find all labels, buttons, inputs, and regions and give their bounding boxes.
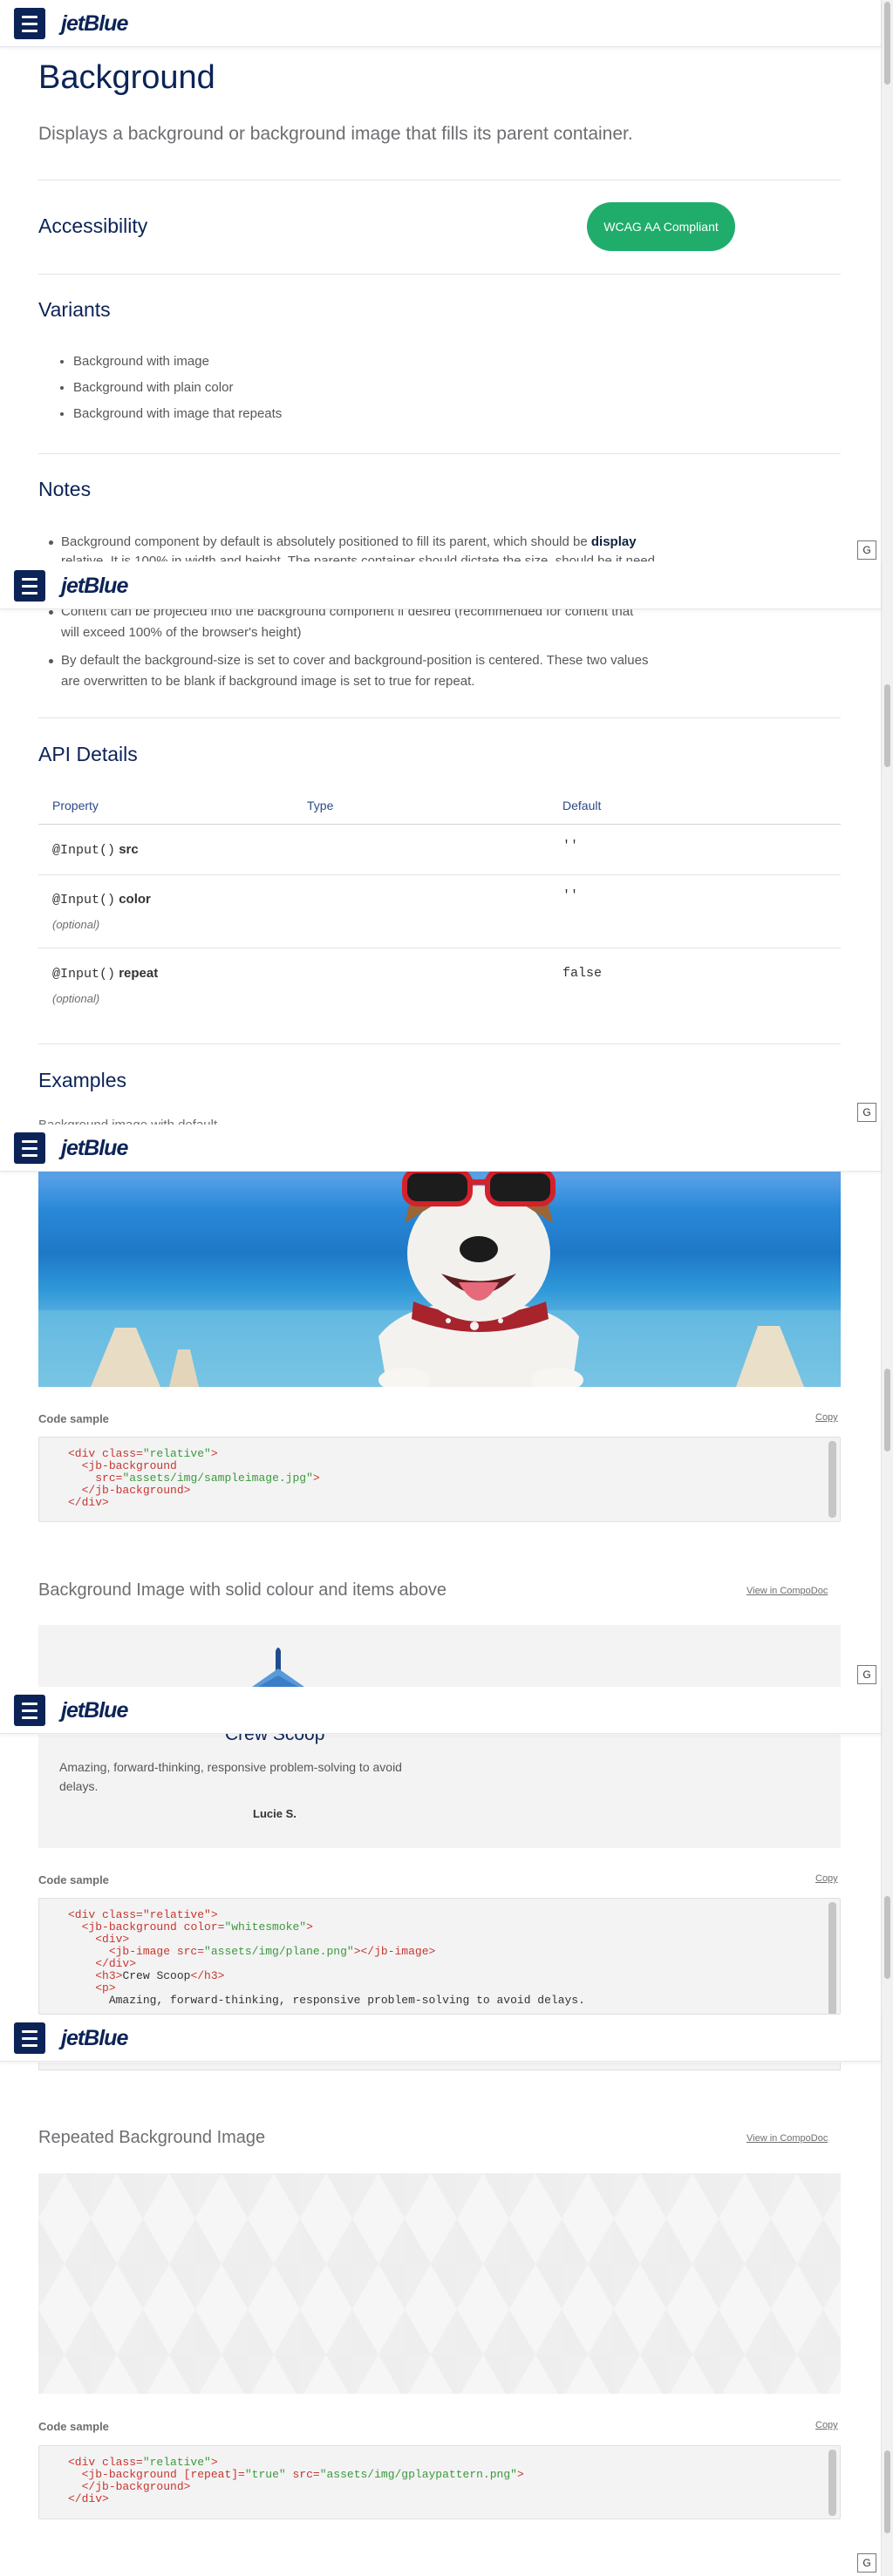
- jetblue-logo[interactable]: jetBlue: [61, 574, 128, 599]
- hamburger-icon[interactable]: [14, 1695, 45, 1726]
- jetblue-logo[interactable]: jetBlue: [61, 11, 128, 37]
- repeated-pattern-background: [38, 2173, 841, 2394]
- code-sample-label: Code sample: [38, 2420, 109, 2433]
- default-value: false: [562, 966, 603, 981]
- divider: [38, 453, 841, 454]
- examples-cut-text: Background image with default...: [38, 1118, 228, 1125]
- default-value: '': [562, 888, 579, 903]
- note-item-cut: relative. It is 100% in width and height…: [61, 554, 655, 561]
- default-value: '': [562, 839, 579, 853]
- hamburger-icon[interactable]: [14, 1132, 45, 1164]
- g-badge[interactable]: G: [857, 1103, 876, 1122]
- view-in-compodoc-link[interactable]: View in CompoDoc: [746, 2133, 828, 2144]
- jetblue-logo[interactable]: jetBlue: [61, 2026, 128, 2051]
- notes-heading: Notes: [38, 478, 92, 500]
- wcag-badge: WCAG AA Compliant: [587, 202, 735, 251]
- copy-button[interactable]: Copy: [815, 2420, 838, 2430]
- code-block: <div class="relative"> <jb-background sr…: [38, 1437, 841, 1522]
- example-title: Background Image with solid colour and i…: [38, 1580, 447, 1600]
- code-sample-label: Code sample: [38, 1873, 109, 1886]
- code-sample-label: Code sample: [38, 1412, 109, 1425]
- copy-button[interactable]: Copy: [815, 1873, 838, 1884]
- note-item: Background component by default is absol…: [49, 532, 724, 553]
- api-heading: API Details: [38, 743, 138, 765]
- copy-button[interactable]: Copy: [815, 1412, 838, 1423]
- scrollbar[interactable]: [881, 562, 893, 1125]
- divider: [38, 274, 841, 275]
- divider: [38, 1043, 841, 1044]
- page-lead: Displays a background or background imag…: [38, 124, 633, 144]
- site-header: jetBlue: [0, 562, 881, 609]
- code-scrollbar[interactable]: [828, 1902, 836, 2014]
- table-row: @Input() src: [52, 842, 139, 858]
- column-header-type: Type: [307, 799, 334, 812]
- variants-heading: Variants: [38, 298, 111, 321]
- table-row: @Input() repeat: [52, 966, 159, 982]
- g-badge[interactable]: G: [857, 2553, 876, 2573]
- column-header-default: Default: [562, 799, 602, 812]
- card-author: Lucie S.: [253, 1807, 297, 1820]
- column-header-property: Property: [52, 799, 99, 812]
- optional-label: (optional): [52, 918, 100, 931]
- dog-illustration: [38, 1171, 841, 1387]
- g-badge[interactable]: G: [857, 1665, 876, 1684]
- note-item: By default the background-size is set to…: [49, 650, 724, 692]
- example-panel: [38, 1625, 841, 1687]
- g-badge[interactable]: G: [857, 540, 876, 560]
- site-header: jetBlue: [0, 1687, 881, 1734]
- view-in-compodoc-link[interactable]: View in CompoDoc: [746, 1586, 828, 1596]
- site-header: jetBlue: [0, 2015, 881, 2062]
- site-header: jetBlue: [0, 0, 881, 47]
- table-divider: [38, 874, 841, 875]
- optional-label: (optional): [52, 992, 100, 1005]
- plane-icon: [252, 1648, 304, 1687]
- list-item: Background with image that repeats: [73, 401, 562, 427]
- divider: [38, 717, 841, 718]
- code-scrollbar[interactable]: [828, 1441, 836, 1518]
- hamburger-icon[interactable]: [14, 2022, 45, 2054]
- hamburger-icon[interactable]: [14, 8, 45, 39]
- variants-list: Background with image Background with pl…: [38, 349, 562, 427]
- hamburger-icon[interactable]: [14, 570, 45, 602]
- scrollbar[interactable]: [881, 1687, 893, 2015]
- code-block-end: [38, 2063, 841, 2070]
- accessibility-heading: Accessibility: [38, 214, 148, 237]
- jetblue-logo[interactable]: jetBlue: [61, 1136, 128, 1161]
- code-block: <div class="relative"> <jb-background co…: [38, 1898, 841, 2015]
- scrollbar[interactable]: [881, 0, 893, 562]
- table-row: @Input() color: [52, 892, 151, 907]
- site-header: jetBlue: [0, 1125, 881, 1172]
- code-scrollbar[interactable]: [828, 2450, 836, 2516]
- list-item: Background with image: [73, 349, 562, 375]
- code-block: <div class="relative"> <jb-background [r…: [38, 2445, 841, 2519]
- example-title: Repeated Background Image: [38, 2128, 266, 2147]
- jetblue-logo[interactable]: jetBlue: [61, 1698, 128, 1723]
- examples-heading: Examples: [38, 1069, 126, 1091]
- scrollbar[interactable]: [881, 2015, 893, 2576]
- page-title: Background: [38, 59, 215, 96]
- dog-background-image: [38, 1171, 841, 1387]
- card-text: Amazing, forward-thinking, responsive pr…: [59, 1760, 402, 1793]
- scrollbar[interactable]: [881, 1125, 893, 1687]
- list-item: Background with plain color: [73, 375, 562, 401]
- table-divider: [38, 824, 841, 825]
